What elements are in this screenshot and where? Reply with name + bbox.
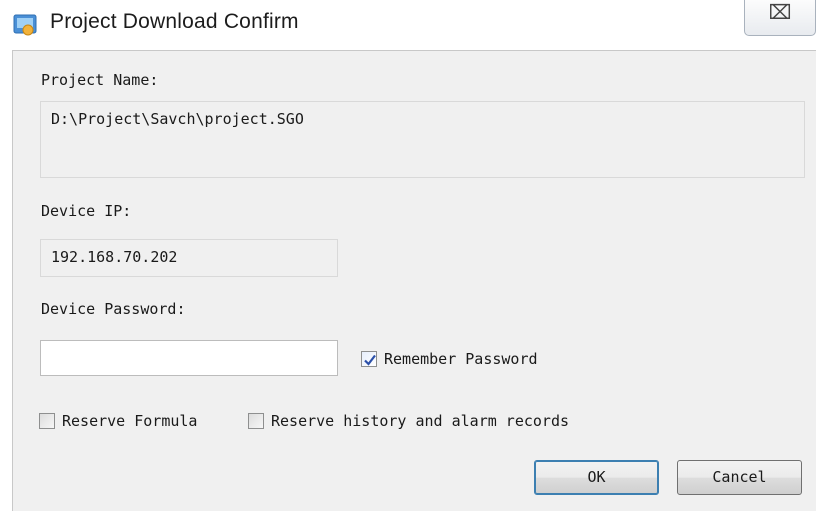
device-ip-label: Device IP: [41, 202, 132, 220]
project-name-field: D:\Project\Savch\project.SGO [40, 101, 805, 178]
title-bar: Project Download Confirm ⌧ [0, 0, 816, 50]
device-ip-field[interactable]: 192.168.70.202 [40, 239, 338, 277]
remember-password-label: Remember Password [384, 350, 538, 368]
reserve-formula-label: Reserve Formula [62, 412, 198, 430]
cancel-button[interactable]: Cancel [677, 460, 802, 495]
checkbox-unchecked-icon [39, 413, 55, 429]
device-password-input[interactable] [40, 340, 338, 376]
project-name-label: Project Name: [41, 71, 159, 89]
close-button[interactable]: ⌧ [744, 0, 816, 36]
ok-button[interactable]: OK [534, 460, 659, 495]
checkbox-checked-icon [361, 351, 377, 367]
dialog-body: Project Name: D:\Project\Savch\project.S… [12, 50, 816, 511]
device-password-label: Device Password: [41, 300, 186, 318]
reserve-history-label: Reserve history and alarm records [271, 412, 570, 430]
remember-password-checkbox[interactable]: Remember Password [361, 350, 538, 368]
app-icon [13, 14, 37, 36]
reserve-formula-checkbox[interactable]: Reserve Formula [39, 412, 197, 430]
window-title: Project Download Confirm [50, 10, 299, 33]
reserve-history-checkbox[interactable]: Reserve history and alarm records [248, 412, 569, 430]
close-icon: ⌧ [768, 0, 792, 24]
checkbox-unchecked-icon [248, 413, 264, 429]
